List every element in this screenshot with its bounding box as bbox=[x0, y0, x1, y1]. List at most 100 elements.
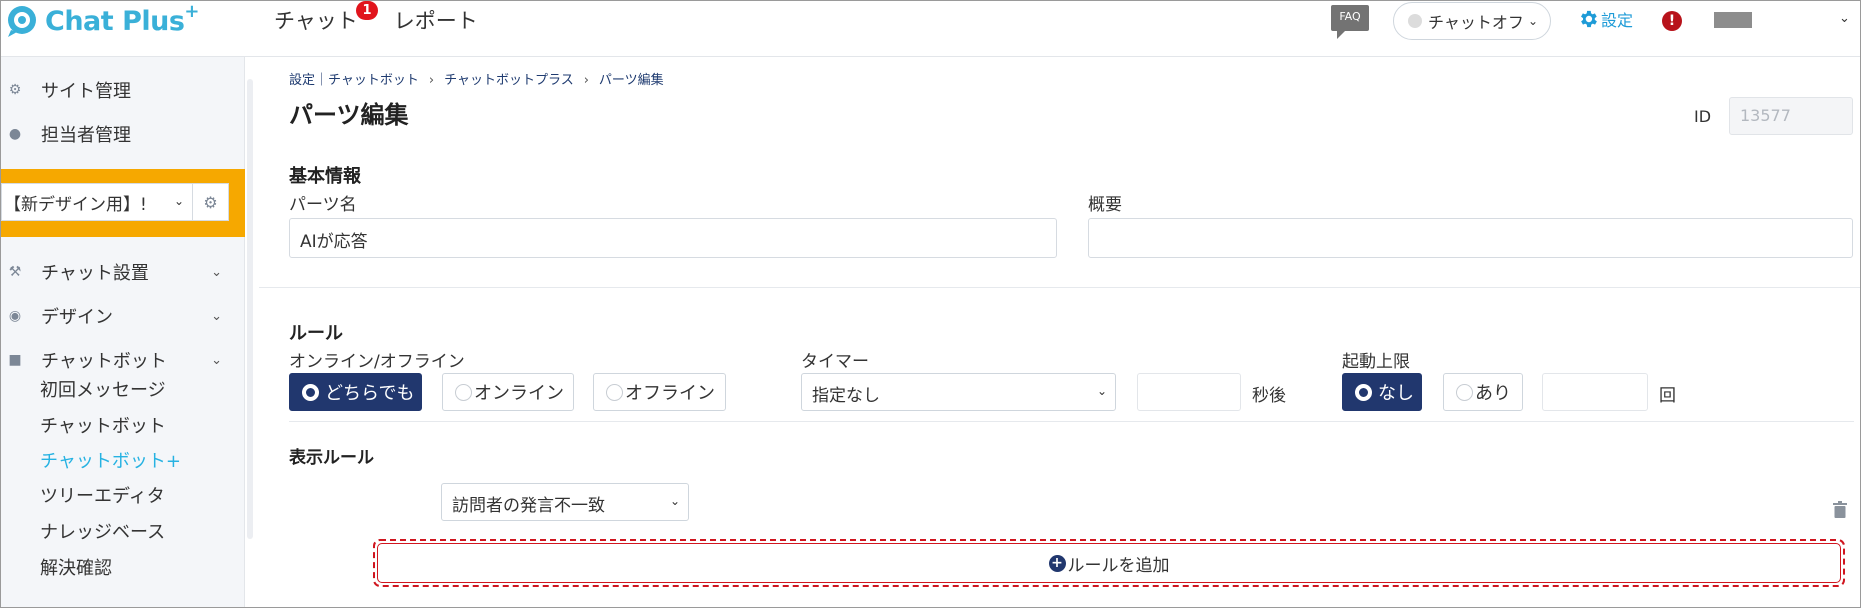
users-icon: ● bbox=[8, 126, 22, 142]
sidebar-item-chat-install[interactable]: ⚒ チャット設置 ⌄ bbox=[1, 254, 236, 290]
radio-circle-icon bbox=[1355, 383, 1372, 401]
site-select-value: 【新デザイン用】! bbox=[4, 194, 147, 215]
summary-label: 概要 bbox=[1088, 195, 1122, 215]
breadcrumb: 設定｜チャットボット › チャットボットプラス › パーツ編集 bbox=[289, 69, 664, 88]
radio-label: あり bbox=[1475, 383, 1511, 404]
radio-label: オフライン bbox=[625, 383, 715, 404]
sidebar: ⚙ サイト管理 ● 担当者管理 【新デザイン用】! ⌄ ⚙ ⚒ チャット設置 ⌄… bbox=[1, 57, 245, 607]
faq-icon[interactable]: FAQ bbox=[1331, 5, 1369, 39]
rules-heading: ルール bbox=[289, 323, 343, 344]
timer-select[interactable]: 指定なし ⌄ bbox=[801, 373, 1116, 411]
part-name-input[interactable]: AIが応答 bbox=[289, 218, 1057, 258]
trash-svg bbox=[1833, 501, 1847, 518]
breadcrumb-item[interactable]: 設定｜チャットボット bbox=[289, 73, 419, 88]
display-condition-value: 訪問者の発言不一致 bbox=[452, 496, 605, 516]
chat-status-select[interactable]: チャットオフ ⌄ bbox=[1393, 2, 1551, 40]
basic-info-heading: 基本情報 bbox=[289, 166, 361, 187]
part-name-label: パーツ名 bbox=[289, 195, 357, 215]
radio-circle-icon bbox=[606, 383, 623, 401]
summary-input[interactable] bbox=[1088, 218, 1853, 258]
nav-report[interactable]: レポート bbox=[394, 5, 478, 35]
launch-limit-count-input[interactable] bbox=[1542, 373, 1648, 411]
palette-icon: ◉ bbox=[8, 308, 22, 324]
nav-chat[interactable]: チャット 1 bbox=[274, 1, 378, 35]
chatplus-logo[interactable]: Chat Plus + bbox=[5, 1, 200, 39]
chevron-down-icon: ⌄ bbox=[211, 352, 222, 368]
main-content: 設定｜チャットボット › チャットボットプラス › パーツ編集 パーツ編集 ID 135… bbox=[259, 57, 1860, 607]
radio-circle-icon bbox=[455, 383, 472, 401]
site-select[interactable]: 【新デザイン用】! ⌄ bbox=[1, 183, 193, 221]
sidebar-scrollbar[interactable] bbox=[247, 79, 253, 539]
chevron-down-icon: ⌄ bbox=[211, 308, 222, 324]
chat-bubbles-icon: ■ bbox=[8, 352, 22, 368]
timer-seconds-input[interactable] bbox=[1137, 373, 1241, 411]
breadcrumb-separator: › bbox=[428, 73, 435, 88]
nav-chat-label: チャット bbox=[274, 9, 358, 33]
radio-offline[interactable]: オフライン bbox=[593, 373, 726, 411]
top-nav: チャット 1 レポート bbox=[274, 1, 478, 35]
sidebar-sub-resolution-check[interactable]: 解決確認 bbox=[40, 554, 112, 580]
sidebar-sub-tree-editor[interactable]: ツリーエディタ bbox=[40, 482, 165, 508]
radio-label: オンライン bbox=[474, 383, 564, 404]
gears-icon: ⚙ bbox=[8, 82, 22, 98]
chat-status-label: チャットオフ bbox=[1428, 13, 1524, 32]
times-suffix: 回 bbox=[1659, 386, 1676, 406]
add-rule-inner-border bbox=[377, 543, 1841, 583]
user-avatar[interactable] bbox=[1714, 12, 1752, 28]
breadcrumb-separator: › bbox=[583, 73, 589, 88]
chevron-down-icon: ⌄ bbox=[173, 194, 184, 208]
settings-link[interactable]: 設定 bbox=[1577, 7, 1633, 31]
sidebar-item-label: デザイン bbox=[41, 307, 113, 328]
radio-label: なし bbox=[1378, 383, 1414, 404]
section-divider bbox=[259, 287, 1860, 288]
sidebar-item-staff-management[interactable]: ● 担当者管理 bbox=[1, 116, 236, 152]
app-window: Chat Plus + チャット 1 レポート FAQ チャットオフ ⌄ 設定 … bbox=[0, 0, 1861, 608]
chevron-down-icon: ⌄ bbox=[1096, 384, 1107, 398]
chevron-down-icon: ⌄ bbox=[1527, 14, 1538, 28]
sidebar-sub-chatbot[interactable]: チャットボット bbox=[40, 412, 166, 438]
sidebar-item-label: サイト管理 bbox=[41, 81, 131, 102]
online-offline-label: オンライン/オフライン bbox=[289, 352, 465, 372]
id-field: 13577 bbox=[1729, 97, 1853, 135]
sidebar-item-design[interactable]: ◉ デザイン ⌄ bbox=[1, 298, 236, 334]
site-settings-gear-icon[interactable]: ⚙ bbox=[193, 183, 229, 221]
seconds-suffix: 秒後 bbox=[1252, 386, 1286, 406]
sidebar-sub-knowledge-base[interactable]: ナレッジベース bbox=[40, 518, 165, 544]
site-select-highlight: 【新デザイン用】! ⌄ ⚙ bbox=[1, 169, 245, 237]
logo-text: Chat Plus bbox=[45, 5, 185, 37]
breadcrumb-item[interactable]: チャットボットプラス bbox=[444, 73, 574, 88]
radio-either[interactable]: どちらでも bbox=[289, 373, 422, 411]
tools-icon: ⚒ bbox=[8, 264, 22, 280]
top-header: Chat Plus + チャット 1 レポート FAQ チャットオフ ⌄ 設定 … bbox=[1, 1, 1860, 57]
radio-circle-icon bbox=[302, 383, 319, 401]
sidebar-item-label: 担当者管理 bbox=[41, 125, 131, 146]
nav-report-label: レポート bbox=[393, 9, 478, 33]
launch-limit-label: 起動上限 bbox=[1342, 352, 1410, 372]
timer-select-value: 指定なし bbox=[812, 386, 880, 406]
chevron-down-icon: ⌄ bbox=[669, 494, 680, 508]
alert-icon[interactable]: ! bbox=[1662, 11, 1682, 31]
user-menu-chevron-icon[interactable]: ⌄ bbox=[1839, 11, 1850, 26]
sidebar-item-site-management[interactable]: ⚙ サイト管理 bbox=[1, 72, 236, 108]
display-rules-heading: 表示ルール bbox=[289, 448, 374, 468]
chevron-down-icon: ⌄ bbox=[211, 264, 222, 280]
sidebar-item-chatbot[interactable]: ■ チャットボット ⌄ bbox=[1, 342, 236, 378]
timer-label: タイマー bbox=[801, 352, 869, 372]
sidebar-sub-first-message[interactable]: 初回メッセージ bbox=[40, 376, 166, 402]
sidebar-sub-chatbot-plus[interactable]: チャットボット+ bbox=[40, 447, 181, 473]
id-label: ID bbox=[1694, 107, 1712, 126]
radio-limit-none[interactable]: なし bbox=[1342, 373, 1422, 411]
gear-icon bbox=[1581, 10, 1597, 28]
breadcrumb-item: パーツ編集 bbox=[598, 73, 664, 88]
chat-count-badge: 1 bbox=[356, 1, 378, 20]
display-condition-select[interactable]: 訪問者の発言不一致 ⌄ bbox=[441, 483, 689, 521]
radio-limit-yes[interactable]: あり bbox=[1443, 373, 1523, 411]
radio-online[interactable]: オンライン bbox=[442, 373, 574, 411]
page-title: パーツ編集 bbox=[289, 101, 409, 129]
chat-bubble-icon bbox=[8, 6, 36, 37]
radio-label: どちらでも bbox=[325, 383, 415, 404]
trash-icon[interactable] bbox=[1833, 501, 1847, 522]
add-rule-button[interactable]: + ルールを追加 bbox=[373, 539, 1845, 587]
settings-label: 設定 bbox=[1601, 11, 1634, 30]
sidebar-item-label: チャットボット bbox=[41, 351, 167, 372]
